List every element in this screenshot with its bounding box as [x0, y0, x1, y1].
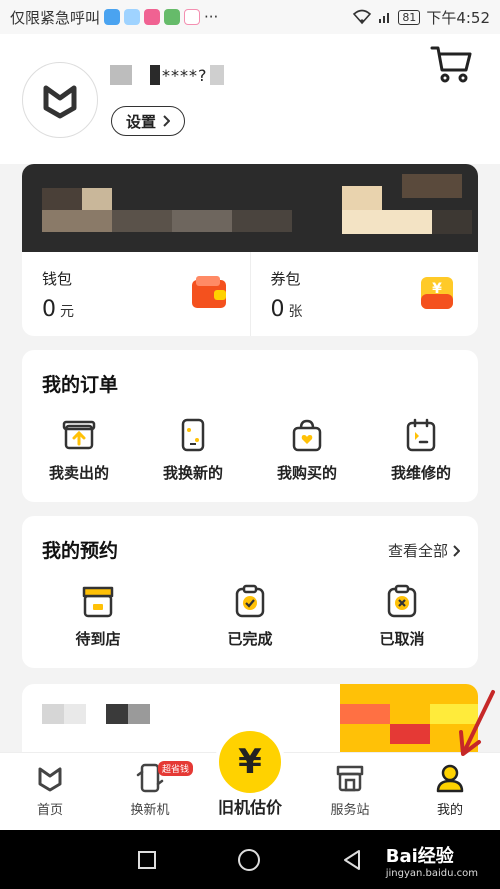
cart-icon[interactable] — [430, 44, 472, 84]
wifi-icon — [353, 9, 372, 25]
recent-apps-button[interactable] — [137, 850, 157, 870]
tab-label: 换新机 — [130, 803, 170, 818]
wallet-value: 0 — [42, 297, 56, 322]
carrier-text: 仅限紧急呼叫 — [10, 8, 101, 27]
username: ****? — [110, 64, 240, 86]
tab-valuation[interactable]: ¥ 旧机估价 — [200, 727, 300, 830]
battery-indicator: 81 — [398, 9, 421, 25]
tab-trade-in[interactable]: 超省钱 换新机 — [100, 753, 200, 830]
home-heart-icon — [38, 767, 62, 792]
bottom-tab-bar: 首页 超省钱 换新机 ¥ 旧机估价 服务站 我的 — [0, 727, 500, 830]
app-notification-icon — [104, 9, 121, 25]
order-label: 我卖出的 — [48, 464, 109, 482]
order-label: 我购买的 — [276, 464, 337, 482]
shopping-bag-icon — [292, 419, 322, 452]
profile-header: ****? 设置 — [0, 34, 500, 164]
appointments-section: 我的预约 查看全部 待到店 已完成 已取消 — [22, 516, 478, 668]
order-trade-in[interactable]: 我换新的 — [136, 418, 250, 483]
shop-icon — [336, 765, 364, 792]
wallet-entry[interactable]: 钱包 0元 — [22, 252, 250, 336]
coupon-unit: 张 — [288, 304, 303, 320]
order-purchased[interactable]: 我购买的 — [250, 418, 364, 483]
appointment-pending[interactable]: 待到店 — [22, 584, 174, 649]
wallet-icon — [191, 276, 226, 308]
back-button[interactable] — [341, 849, 363, 871]
coupon-value: 0 — [270, 297, 285, 322]
tab-label: 首页 — [36, 803, 63, 818]
home-button[interactable] — [237, 848, 261, 872]
repair-clipboard-icon — [406, 418, 436, 452]
tab-service-station[interactable]: 服务站 — [300, 753, 400, 830]
view-all-link[interactable]: 查看全部 — [388, 540, 460, 561]
clock: 下午4:52 — [426, 8, 490, 27]
signal-icon — [379, 13, 390, 23]
settings-button[interactable]: 设置 — [111, 106, 186, 136]
clipboard-check-icon — [235, 584, 265, 618]
tab-mine[interactable]: 我的 — [400, 753, 500, 830]
coupon-icon: ¥ — [421, 277, 453, 309]
chevron-right-icon — [453, 544, 460, 557]
coupon-entry[interactable]: 券包 0张 ¥ — [249, 252, 479, 336]
yuan-icon: ¥ — [215, 727, 285, 797]
app-notification-icon — [164, 9, 181, 25]
more-notifications-icon: ··· — [204, 8, 219, 26]
phone-swap-icon — [181, 418, 205, 452]
clipboard-cancel-icon — [387, 584, 417, 618]
app-notification-icon — [184, 9, 201, 25]
appointment-label: 已完成 — [227, 630, 273, 648]
wallet-card: 钱包 0元 券包 0张 ¥ — [22, 164, 478, 336]
settings-label: 设置 — [126, 112, 157, 131]
appointment-completed[interactable]: 已完成 — [174, 584, 326, 649]
section-title: 我的订单 — [42, 374, 119, 396]
tab-label: 服务站 — [330, 803, 370, 818]
masked-area — [150, 65, 160, 85]
annotation-arrow — [459, 690, 495, 756]
order-sold[interactable]: 我卖出的 — [22, 418, 136, 483]
watermark-url: jingyan.baidu.com — [385, 868, 478, 879]
order-label: 我维修的 — [390, 464, 451, 482]
order-repair[interactable]: 我维修的 — [364, 418, 478, 483]
member-banner[interactable] — [22, 164, 478, 252]
order-label: 我换新的 — [162, 464, 223, 482]
masked-area — [110, 65, 132, 85]
app-notification-icon — [124, 9, 141, 25]
watermark-text: Bai经验 — [385, 846, 454, 867]
appointment-cancelled[interactable]: 已取消 — [326, 584, 478, 649]
section-title: 我的预约 — [42, 540, 119, 562]
masked-area — [209, 65, 224, 85]
appointment-label: 已取消 — [379, 630, 425, 648]
promo-badge: 超省钱 — [158, 761, 194, 776]
tab-label: 旧机估价 — [217, 798, 282, 817]
chevron-right-icon — [163, 115, 171, 127]
tab-home[interactable]: 首页 — [0, 753, 100, 830]
user-icon — [436, 764, 464, 793]
view-all-label: 查看全部 — [387, 542, 448, 560]
avatar[interactable] — [22, 62, 98, 138]
watermark: Bai经验 jingyan.baidu.com — [386, 842, 478, 879]
tab-label: 我的 — [436, 803, 463, 818]
store-icon — [82, 586, 114, 618]
appointment-label: 待到店 — [75, 630, 121, 648]
orders-section: 我的订单 我卖出的 我换新的 我购买的 我维修的 — [22, 350, 478, 502]
wallet-unit: 元 — [60, 304, 74, 320]
status-bar: 仅限紧急呼叫 ··· 81 下午4:52 — [0, 0, 500, 34]
username-text: ****? — [162, 65, 208, 85]
svg-text:¥: ¥ — [432, 281, 442, 297]
app-notification-icon — [144, 9, 161, 25]
box-upload-icon — [62, 420, 96, 450]
brand-logo-icon — [43, 85, 77, 119]
